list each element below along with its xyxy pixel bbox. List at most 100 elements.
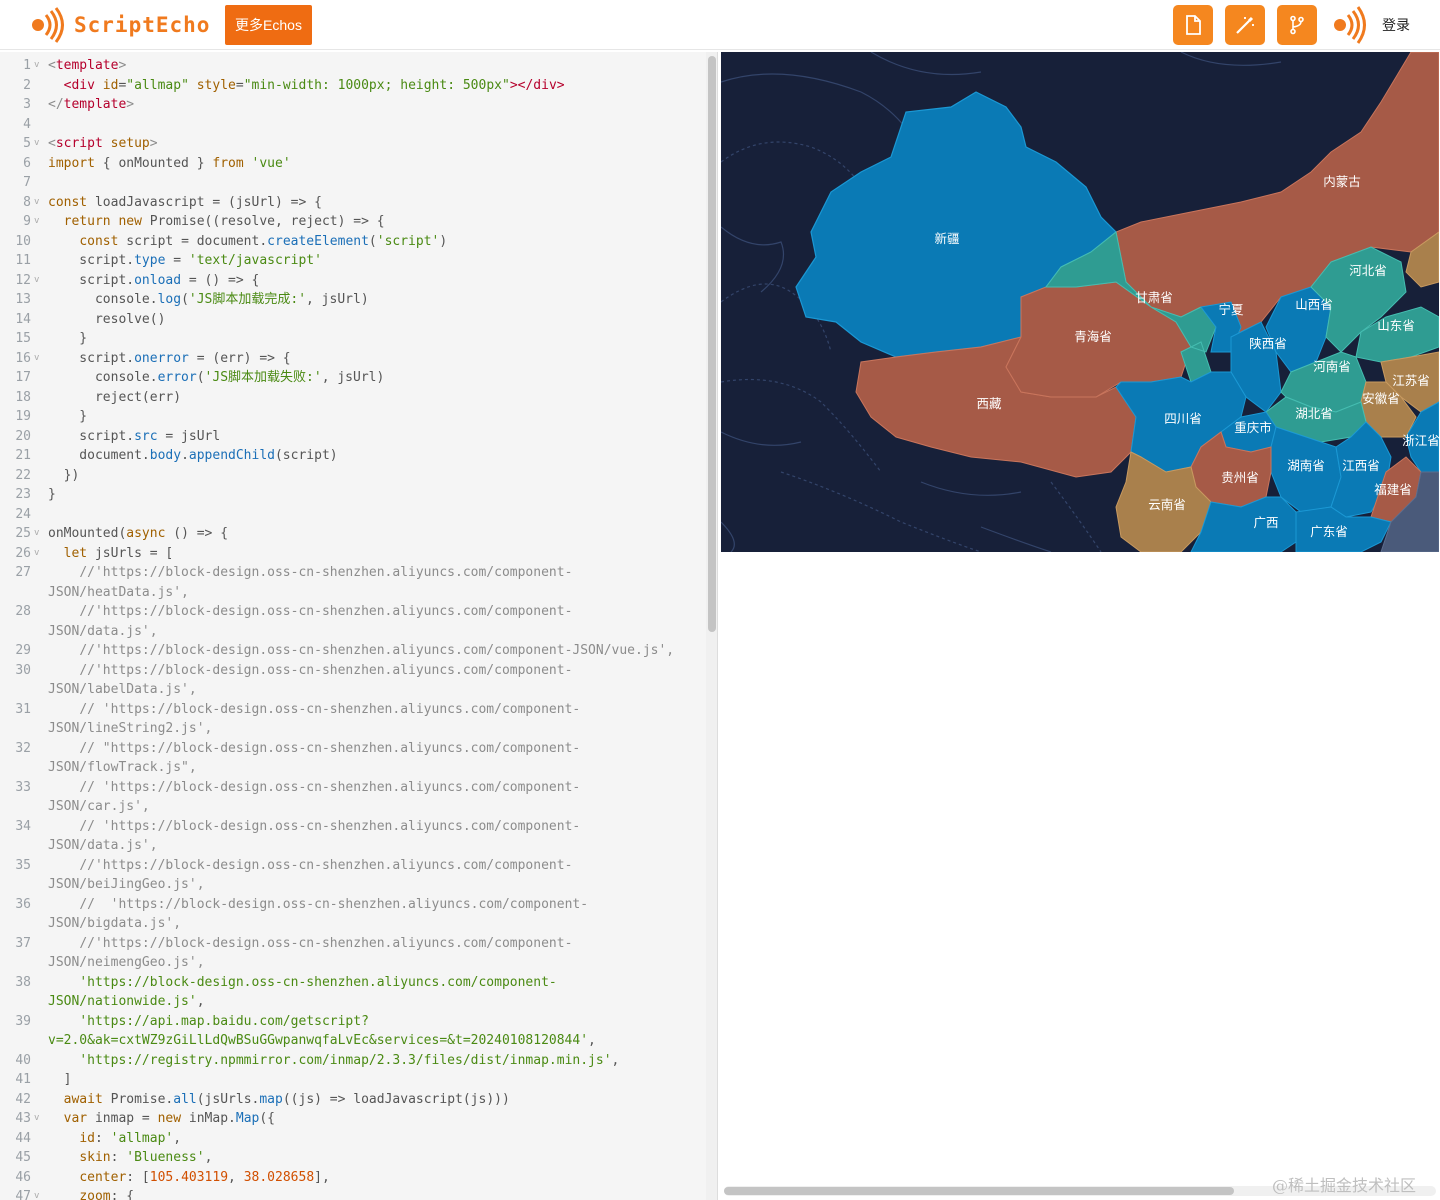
code-text: JSON/data.js', [48, 838, 158, 853]
line-number: 11 [15, 253, 31, 268]
code-text: script.onload = () => { [48, 272, 260, 288]
code-text: skin: 'Blueness', [79, 1150, 213, 1165]
line-number: 28 [15, 604, 31, 619]
line-number: 19 [15, 409, 31, 424]
province-label: 广西 [1253, 515, 1278, 530]
map-canvas[interactable]: 新疆 内蒙古甘肃省宁夏 山西省 河北省山东省青海省 陕西省河南省江苏省西藏四川省 湖北省 安… [721, 52, 1439, 552]
code-text: await Promise.all(jsUrls.map((js) => loa… [63, 1091, 510, 1107]
code-text: const script = document.createElement('s… [79, 233, 448, 249]
magic-button[interactable] [1225, 5, 1265, 45]
fold-arrow-icon[interactable]: v [34, 212, 39, 232]
code-text: resolve() [48, 311, 166, 327]
province-label: 青海省 [1074, 329, 1112, 344]
top-bar: ScriptEcho 更多Echos 登录 [0, 0, 1440, 50]
province-label: 重庆市 [1234, 420, 1272, 435]
line-number: 18 [15, 389, 31, 405]
magic-wand-icon [1236, 16, 1254, 34]
china-map[interactable]: 新疆 内蒙古 甘肃省 宁夏 山西省 河北省 山东省 青海省 陕西省 河南省 江苏省 西藏 四川省 湖北省 安… [721, 52, 1439, 552]
code-text: //'https://block-design.oss-cn-shenzhen.… [79, 662, 573, 678]
preview-hscrollbar-thumb[interactable] [724, 1187, 1234, 1195]
code-text: } [48, 487, 56, 502]
line-number: 21 [15, 448, 31, 463]
line-number: 38 [15, 974, 31, 990]
fold-arrow-icon[interactable]: v [34, 271, 39, 291]
code-text: JSON/heatData.js', [48, 584, 189, 600]
province-label: 西藏 [976, 396, 1002, 411]
fold-arrow-icon[interactable]: v [34, 349, 39, 369]
code-text: }) [48, 467, 80, 483]
editor-scrollbar[interactable] [706, 52, 717, 1200]
logo[interactable]: ScriptEcho [28, 6, 210, 44]
line-number: 4 [23, 116, 31, 132]
line-number: 34 [15, 818, 31, 834]
watermark: @稀土掘金技术社区 [1272, 1176, 1417, 1195]
user-avatar[interactable] [1332, 5, 1372, 45]
fold-arrow-icon[interactable]: v [34, 1109, 39, 1129]
province-label: 河北省 [1349, 263, 1387, 278]
code-text: script.type = 'text/javascript' [48, 253, 322, 268]
line-number: 5 [23, 136, 31, 151]
fold-arrow-icon[interactable]: v [34, 56, 39, 76]
code-text: //'https://block-design.oss-cn-shenzhen.… [79, 565, 573, 580]
line-number: 15 [15, 331, 31, 346]
province-label: 安徽省 [1362, 391, 1400, 406]
fold-arrow-icon[interactable]: v [34, 134, 39, 154]
line-number: 29 [15, 643, 31, 658]
line-number: 6 [23, 155, 31, 171]
line-number: 22 [15, 467, 31, 483]
line-number: 23 [15, 487, 31, 502]
code-text: import { onMounted } from 'vue' [48, 155, 291, 171]
code-text: 'https://block-design.oss-cn-shenzhen.al… [79, 974, 557, 990]
login-link[interactable]: 登录 [1382, 15, 1410, 35]
preview-panel: 新疆 内蒙古 甘肃省 宁夏 山西省 河北省 山东省 青海省 陕西省 河南省 江苏省 西藏 四川省 湖北省 安… [720, 52, 1440, 1200]
code-editor[interactable]: 1 v <template> 2 <div id="allmap" style="mi… [0, 52, 718, 1200]
code-text: ] [48, 1072, 72, 1087]
line-number: 30 [15, 662, 31, 678]
fold-arrow-icon[interactable]: v [34, 524, 39, 544]
line-number: 39 [15, 1013, 31, 1029]
line-number: 14 [15, 311, 31, 327]
line-number: 8 [23, 194, 31, 210]
code-text: console.error('JS脚本加载失败:', jsUrl) [48, 370, 385, 385]
fold-arrow-icon[interactable]: v [34, 193, 39, 213]
code-text: // "https://block-design.oss-cn-shenzhen… [79, 740, 581, 756]
code-text: JSON/labelData.js', [48, 682, 197, 697]
province-label: 湖北省 [1295, 406, 1333, 421]
province-label: 江西省 [1342, 458, 1380, 473]
code-text: } [48, 331, 88, 346]
province-label: 山东省 [1377, 318, 1415, 333]
more-echos-button[interactable]: 更多Echos [225, 5, 312, 45]
code-text: </template> [48, 97, 135, 112]
fold-arrow-icon[interactable]: v [34, 1187, 39, 1200]
fold-arrow-icon[interactable]: v [34, 544, 39, 564]
code-text: //'https://block-design.oss-cn-shenzhen.… [79, 935, 573, 951]
line-number: 13 [15, 292, 31, 307]
line-number: 17 [15, 370, 31, 385]
province-label: 广东省 [1310, 524, 1348, 539]
code-text: document.body.appendChild(script) [48, 448, 338, 463]
code-text: zoom: { [79, 1189, 135, 1200]
code-text: let jsUrls = [ [63, 545, 174, 561]
code-text: //'https://block-design.oss-cn-shenzhen.… [79, 643, 675, 658]
code-text: <template> [48, 58, 127, 73]
province-label: 陕西省 [1249, 336, 1287, 351]
new-file-button[interactable] [1173, 5, 1213, 45]
line-number: 9 [23, 214, 31, 229]
code-text: JSON/beiJingGeo.js', [48, 877, 205, 892]
line-number: 12 [15, 272, 31, 288]
code-text: console.log('JS脚本加载完成:', jsUrl) [48, 292, 369, 307]
fork-button[interactable] [1277, 5, 1317, 45]
province-label: 湖南省 [1287, 458, 1325, 473]
code-text: 'https://api.map.baidu.com/getscript? [79, 1013, 369, 1029]
province-label: 四川省 [1164, 411, 1202, 426]
code-text: script.src = jsUrl [48, 428, 221, 444]
code-text: JSON/nationwide.js', [48, 994, 205, 1009]
editor-scrollbar-thumb[interactable] [708, 56, 716, 632]
province-label: 江苏省 [1392, 373, 1430, 388]
line-number: 42 [15, 1091, 31, 1107]
line-number: 27 [15, 565, 31, 580]
code-text: id: 'allmap', [79, 1130, 182, 1146]
code-text: script.onerror = (err) => { [48, 350, 291, 366]
file-icon [1186, 15, 1201, 35]
branch-icon [1290, 15, 1304, 35]
